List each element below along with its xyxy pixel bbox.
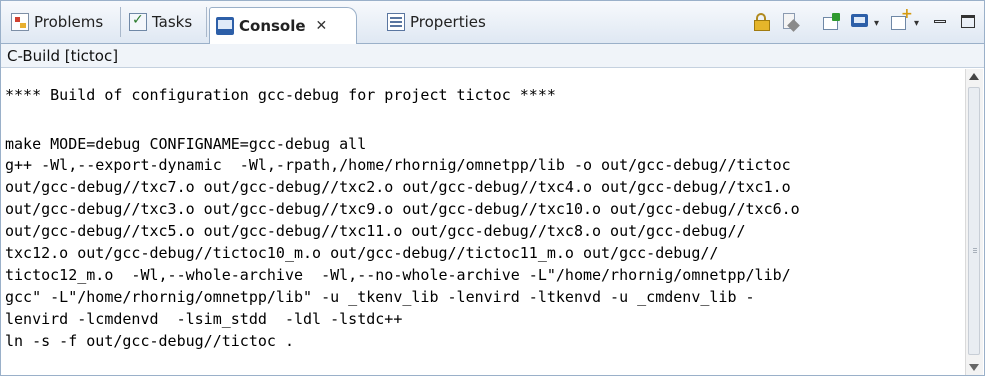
chevron-down-icon[interactable]: ▾ [914,18,919,29]
grip-icon [973,248,977,249]
open-console-icon[interactable]: ▾ [890,6,919,32]
tab-properties[interactable]: Properties [381,7,491,37]
problems-icon [11,13,29,31]
clear-console-icon[interactable] [780,12,800,32]
console-line: tictoc12_m.o -Wl,--whole-archive -Wl,--n… [5,266,791,284]
properties-icon [387,13,405,31]
tab-console[interactable]: Console ✕ [209,7,357,44]
minimize-icon[interactable] [930,12,950,32]
maximize-icon[interactable] [958,12,978,32]
console-line: txc12.o out/gcc-debug//tictoc10_m.o out/… [5,244,719,262]
console-icon [216,17,234,35]
console-line: gcc" -L"/home/rhornig/omnetpp/lib" -u _t… [5,288,755,306]
console-line: g++ -Wl,--export-dynamic -Wl,-rpath,/hom… [5,156,791,174]
console-line: out/gcc-debug//txc5.o out/gcc-debug//txc… [5,222,746,240]
tab-tasks-label: Tasks [152,13,193,31]
scrollbar-thumb[interactable] [968,87,980,355]
console-line: make MODE=debug CONFIGNAME=gcc-debug all [5,135,367,153]
view-toolbar: ▾ ▾ [752,6,978,37]
tab-console-label: Console [239,17,306,35]
scroll-lock-icon[interactable] [752,12,772,32]
console-line: lenvird -lcmdenvd -lsim_stdd -ldl -lstdc… [5,310,403,328]
console-line: out/gcc-debug//txc7.o out/gcc-debug//txc… [5,178,791,196]
view-tab-bar: Problems Tasks Console ✕ Properties ▾ ▾ [1,1,984,44]
display-selected-console-icon[interactable]: ▾ [850,12,879,32]
scroll-down-icon[interactable] [969,364,979,371]
tab-tasks[interactable]: Tasks [123,7,207,37]
console-line: ln -s -f out/gcc-debug//tictoc . [5,332,294,350]
console-line: out/gcc-debug//txc3.o out/gcc-debug//txc… [5,200,800,218]
tab-properties-label: Properties [410,13,486,31]
tasks-icon [129,12,147,31]
console-line: **** Build of configuration gcc-debug fo… [5,86,556,104]
vertical-scrollbar[interactable] [965,69,983,375]
close-tab-icon[interactable]: ✕ [316,18,328,34]
chevron-down-icon[interactable]: ▾ [874,18,879,29]
console-name: C-Build [tictoc] [1,44,984,68]
console-view: Problems Tasks Console ✕ Properties ▾ ▾ [0,0,985,376]
tab-problems-label: Problems [34,13,104,31]
scroll-up-icon[interactable] [969,73,979,80]
pin-console-icon[interactable] [822,12,842,32]
tab-problems[interactable]: Problems [5,7,121,37]
console-output[interactable]: **** Build of configuration gcc-debug fo… [1,69,965,375]
